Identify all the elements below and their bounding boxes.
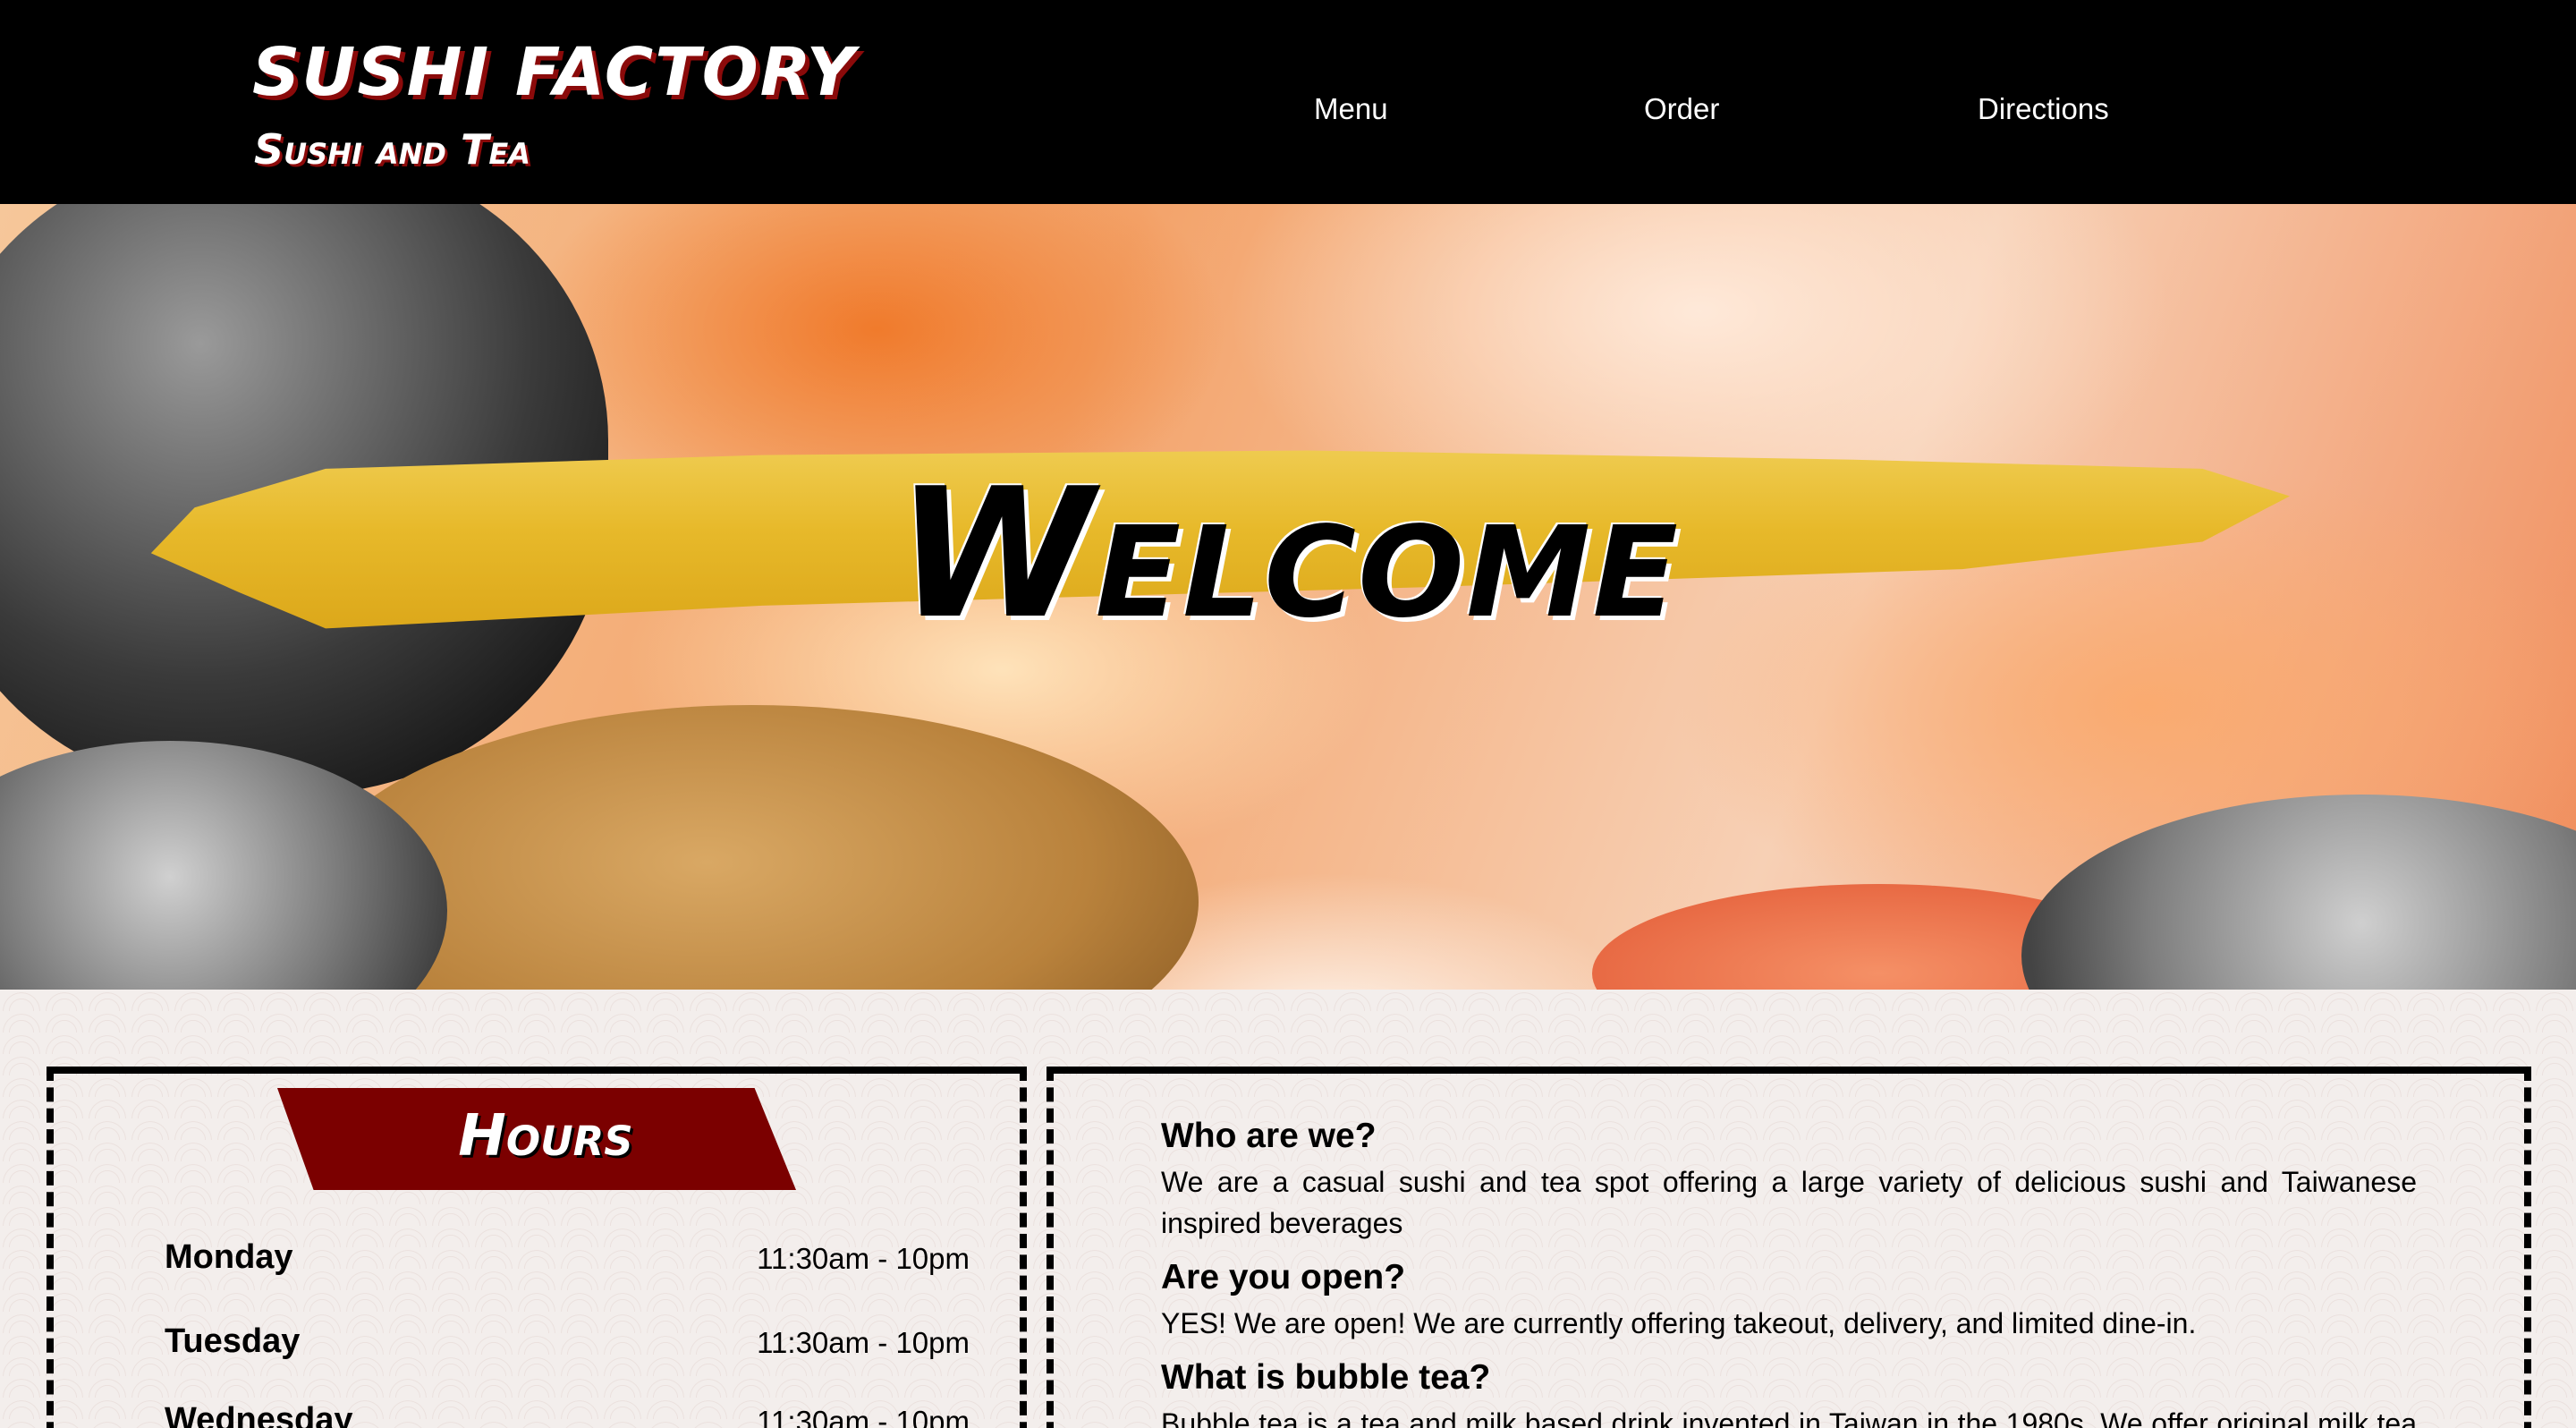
faq-question: Who are we? [1161, 1117, 1377, 1155]
faq-question: Are you open? [1161, 1258, 1406, 1296]
hours-time: 11:30am - 10pm [757, 1242, 970, 1275]
faq-answer: We are a casual sushi and tea spot offer… [1161, 1166, 2417, 1239]
hours-row: Wednesday 11:30am - 10pm [165, 1401, 970, 1428]
faq-item: Are you open? YES! We are open! We are c… [1161, 1258, 2417, 1344]
faq-item: What is bubble tea? Bubble tea is a tea … [1161, 1358, 2417, 1428]
nav-link-directions[interactable]: Directions [1978, 92, 2109, 126]
hours-row: Monday 11:30am - 10pm [165, 1238, 970, 1292]
hours-day: Tuesday [165, 1322, 301, 1360]
hours-title: Hours [458, 1103, 633, 1169]
welcome-heading: Welcome [895, 450, 1681, 659]
site-header: SUSHI FACTORY Sushi and Tea Menu Order D… [0, 0, 2576, 204]
hero-banner: Welcome [0, 204, 2576, 990]
hours-time: 11:30am - 10pm [757, 1405, 970, 1428]
faq-question: What is bubble tea? [1161, 1358, 1491, 1397]
faq-answer: YES! We are open! We are currently offer… [1161, 1307, 2197, 1339]
hours-row: Tuesday 11:30am - 10pm [165, 1322, 970, 1376]
hours-time: 11:30am - 10pm [757, 1326, 970, 1359]
info-section: Hours Monday 11:30am - 10pm Tuesday 11:3… [0, 990, 2576, 1428]
hero-photo-nori-right [2021, 795, 2576, 990]
brand-title[interactable]: SUSHI FACTORY [252, 34, 856, 111]
hours-day: Monday [165, 1238, 293, 1276]
nav-link-menu[interactable]: Menu [1314, 92, 1388, 126]
brand-subtitle: Sushi and Tea [254, 125, 530, 174]
faq-panel: Who are we? We are a casual sushi and te… [1046, 1067, 2531, 1428]
faq-answer: Bubble tea is a tea and milk based drink… [1161, 1407, 2417, 1428]
nav-link-order[interactable]: Order [1644, 92, 1719, 126]
hours-day: Wednesday [165, 1401, 353, 1428]
faq-item: Who are we? We are a casual sushi and te… [1161, 1117, 2417, 1244]
hours-panel: Hours Monday 11:30am - 10pm Tuesday 11:3… [47, 1067, 1027, 1428]
